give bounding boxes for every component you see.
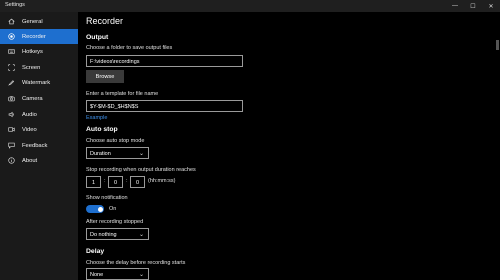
page-title: Recorder	[86, 16, 124, 26]
example-link[interactable]: Example	[86, 115, 107, 121]
scrollbar[interactable]	[496, 40, 499, 50]
speaker-icon	[0, 111, 22, 118]
sidebar-item-watermark[interactable]: Watermark	[0, 75, 78, 90]
settings-content: Recorder Output Choose a folder to save …	[78, 12, 500, 280]
time-separator: :	[104, 178, 106, 184]
chevron-down-icon: ⌄	[138, 151, 144, 157]
sidebar-item-recorder[interactable]: Recorder	[0, 29, 78, 44]
notification-label: Show notification	[86, 195, 128, 201]
sidebar-item-label: About	[22, 157, 38, 164]
sidebar-item-hotkeys[interactable]: Hotkeys	[0, 44, 78, 59]
output-folder-value: F:\videos\recordings	[90, 58, 140, 65]
sidebar-item-feedback[interactable]: Feedback	[0, 138, 78, 153]
chevron-down-icon: ⌄	[138, 232, 144, 238]
info-icon	[0, 157, 22, 164]
sidebar-item-general[interactable]: General	[0, 14, 78, 29]
auto-stop-heading: Auto stop	[86, 126, 118, 133]
minimize-button[interactable]: —	[446, 0, 464, 12]
after-stop-label: After recording stopped	[86, 219, 144, 225]
sidebar-item-about[interactable]: About	[0, 153, 78, 168]
sidebar-item-label: Video	[22, 126, 37, 133]
folder-label: Choose a folder to save output files	[86, 45, 173, 51]
record-icon	[0, 33, 22, 40]
output-heading: Output	[86, 34, 109, 41]
sidebar: General Recorder Hotkeys Screen Watermar…	[0, 12, 78, 280]
screen-icon	[0, 64, 22, 71]
video-icon	[0, 126, 22, 133]
window-controls: — ☐ ✕	[446, 0, 500, 12]
camera-icon	[0, 95, 22, 102]
time-separator: :	[126, 178, 128, 184]
sidebar-item-camera[interactable]: Camera	[0, 91, 78, 106]
window-title: Settings	[5, 2, 25, 8]
duration-format-hint: (hh:mm:ss)	[148, 178, 176, 184]
maximize-button[interactable]: ☐	[464, 0, 482, 12]
sidebar-item-video[interactable]: Video	[0, 122, 78, 137]
chevron-down-icon: ⌄	[138, 272, 144, 278]
home-icon	[0, 18, 22, 25]
notification-toggle-state: On	[109, 206, 117, 212]
after-stop-dropdown[interactable]: Do nothing ⌄	[86, 228, 149, 240]
sidebar-item-label: Screen	[22, 64, 41, 71]
notification-toggle[interactable]	[86, 205, 104, 213]
hours-value: 1	[92, 179, 96, 186]
auto-stop-mode-label: Choose auto stop mode	[86, 138, 145, 144]
toggle-knob	[97, 206, 103, 212]
output-folder-field[interactable]: F:\videos\recordings	[86, 55, 243, 67]
sidebar-item-label: General	[22, 18, 43, 25]
feedback-icon	[0, 142, 22, 149]
sidebar-item-label: Feedback	[22, 142, 48, 149]
close-button[interactable]: ✕	[482, 0, 500, 12]
sidebar-item-label: Hotkeys	[22, 48, 43, 55]
sidebar-item-label: Watermark	[22, 79, 51, 86]
auto-stop-mode-value: Duration	[90, 150, 111, 157]
sidebar-item-audio[interactable]: Audio	[0, 107, 78, 122]
title-bar: Settings — ☐ ✕	[0, 0, 500, 12]
sidebar-item-label: Camera	[22, 95, 43, 102]
seconds-field[interactable]: 0	[130, 176, 145, 188]
template-label: Enter a template for file name	[86, 91, 159, 97]
hours-field[interactable]: 1	[86, 176, 101, 188]
after-stop-value: Do nothing	[90, 231, 117, 238]
delay-dropdown[interactable]: None ⌄	[86, 268, 149, 280]
file-name-template-field[interactable]: $Y-$M-$D_$H$N$S	[86, 100, 243, 112]
sidebar-item-label: Audio	[22, 111, 37, 118]
watermark-icon	[0, 79, 22, 86]
minutes-value: 0	[114, 179, 118, 186]
sidebar-item-label: Recorder	[22, 33, 46, 40]
minutes-field[interactable]: 0	[108, 176, 123, 188]
keyboard-icon	[0, 48, 22, 55]
auto-stop-mode-dropdown[interactable]: Duration ⌄	[86, 147, 149, 159]
delay-label: Choose the delay before recording starts	[86, 260, 186, 266]
delay-heading: Delay	[86, 248, 105, 255]
browse-button[interactable]: Browse	[86, 70, 124, 83]
seconds-value: 0	[136, 179, 140, 186]
duration-label: Stop recording when output duration reac…	[86, 167, 196, 173]
template-value: $Y-$M-$D_$H$N$S	[90, 103, 139, 110]
delay-value: None	[90, 271, 104, 278]
sidebar-item-screen[interactable]: Screen	[0, 60, 78, 75]
